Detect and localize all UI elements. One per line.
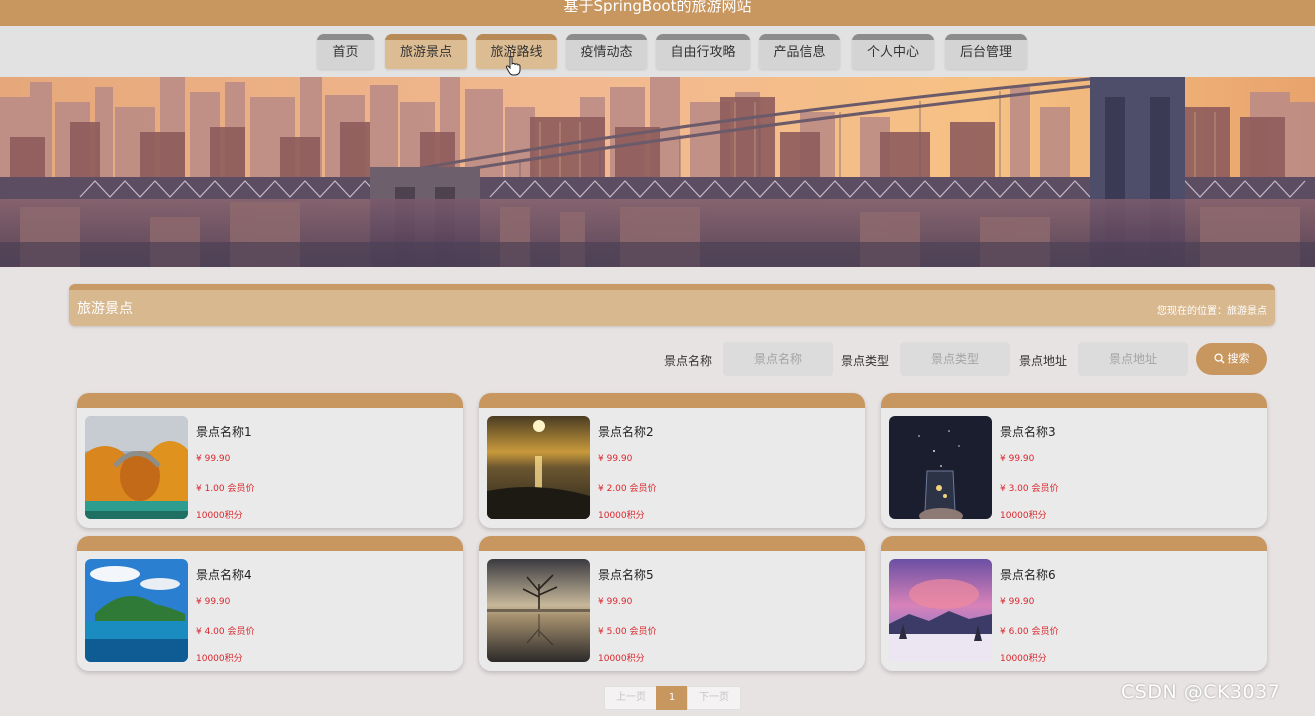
address-filter-input[interactable] xyxy=(1078,342,1188,376)
attraction-card-4[interactable]: 景点名称4 ¥ 99.90 ¥ 4.00 会员价 10000积分 xyxy=(77,536,463,671)
attraction-image-1 xyxy=(85,416,188,519)
attraction-points: 10000积分 xyxy=(196,511,243,521)
attraction-member-price: ¥ 3.00 会员价 xyxy=(1000,484,1059,494)
attraction-name: 景点名称2 xyxy=(598,425,654,439)
name-filter-input[interactable] xyxy=(723,342,833,376)
nav-item-home[interactable]: 首页 xyxy=(317,34,374,69)
section-header: 旅游景点 您现在的位置：旅游景点 xyxy=(69,284,1275,326)
attraction-price: ¥ 99.90 xyxy=(196,597,231,607)
attraction-card-5[interactable]: 景点名称5 ¥ 99.90 ¥ 5.00 会员价 10000积分 xyxy=(479,536,865,671)
attraction-points: 10000积分 xyxy=(1000,654,1047,664)
attraction-image-3 xyxy=(889,416,992,519)
name-filter-label: 景点名称 xyxy=(664,354,713,368)
prev-page-button[interactable]: 上一页 xyxy=(604,686,658,710)
attraction-image-6 xyxy=(889,559,992,662)
attraction-member-price: ¥ 1.00 会员价 xyxy=(196,484,255,494)
attraction-name: 景点名称6 xyxy=(1000,568,1056,582)
card-header-strip xyxy=(77,536,463,551)
attraction-price: ¥ 99.90 xyxy=(196,454,231,464)
nav-item-admin[interactable]: 后台管理 xyxy=(945,34,1027,69)
search-button[interactable]: 搜索 xyxy=(1196,343,1267,375)
attraction-points: 10000积分 xyxy=(196,654,243,664)
site-title: 基于SpringBoot的旅游网站 xyxy=(563,0,752,15)
attraction-member-price: ¥ 6.00 会员价 xyxy=(1000,627,1059,637)
card-header-strip xyxy=(479,393,865,408)
attraction-price: ¥ 99.90 xyxy=(598,597,633,607)
section-title: 旅游景点 xyxy=(77,301,133,317)
attraction-card-1[interactable]: 景点名称1 ¥ 99.90 ¥ 1.00 会员价 10000积分 xyxy=(77,393,463,528)
hand-cursor-icon xyxy=(505,56,521,76)
attraction-points: 10000积分 xyxy=(598,511,645,521)
card-header-strip xyxy=(881,536,1267,551)
nav-item-products[interactable]: 产品信息 xyxy=(759,34,840,69)
nav-item-attractions[interactable]: 旅游景点 xyxy=(385,34,467,69)
search-icon xyxy=(1213,353,1225,364)
nav-item-epidemic-news[interactable]: 疫情动态 xyxy=(566,34,647,69)
attraction-image-2 xyxy=(487,416,590,519)
nav-item-travel-guides[interactable]: 自由行攻略 xyxy=(656,34,750,69)
attraction-name: 景点名称4 xyxy=(196,568,252,582)
type-filter-input[interactable] xyxy=(900,342,1010,376)
attraction-price: ¥ 99.90 xyxy=(1000,454,1035,464)
hero-banner xyxy=(0,77,1315,267)
address-filter-label: 景点地址 xyxy=(1019,354,1068,368)
attraction-points: 10000积分 xyxy=(598,654,645,664)
nav-item-user-center[interactable]: 个人中心 xyxy=(852,34,934,69)
attraction-name: 景点名称3 xyxy=(1000,425,1056,439)
attraction-card-3[interactable]: 景点名称3 ¥ 99.90 ¥ 3.00 会员价 10000积分 xyxy=(881,393,1267,528)
type-filter-label: 景点类型 xyxy=(841,354,890,368)
card-header-strip xyxy=(77,393,463,408)
main-nav: 首页 旅游景点 旅游路线 疫情动态 自由行攻略 产品信息 个人中心 后台管理 xyxy=(0,26,1315,77)
attraction-card-2[interactable]: 景点名称2 ¥ 99.90 ¥ 2.00 会员价 10000积分 xyxy=(479,393,865,528)
city-bridge-image xyxy=(0,77,1315,267)
attraction-image-5 xyxy=(487,559,590,662)
attraction-member-price: ¥ 4.00 会员价 xyxy=(196,627,255,637)
attraction-points: 10000积分 xyxy=(1000,511,1047,521)
page-number-1[interactable]: 1 xyxy=(656,686,688,710)
attraction-price: ¥ 99.90 xyxy=(598,454,633,464)
attraction-price: ¥ 99.90 xyxy=(1000,597,1035,607)
site-header: 基于SpringBoot的旅游网站 xyxy=(0,0,1315,26)
card-header-strip xyxy=(881,393,1267,408)
attraction-name: 景点名称1 xyxy=(196,425,252,439)
search-button-label: 搜索 xyxy=(1227,352,1250,365)
breadcrumb: 您现在的位置：旅游景点 xyxy=(1157,306,1267,317)
attraction-image-4 xyxy=(85,559,188,662)
attraction-name: 景点名称5 xyxy=(598,568,654,582)
attraction-member-price: ¥ 5.00 会员价 xyxy=(598,627,657,637)
card-header-strip xyxy=(479,536,865,551)
attraction-member-price: ¥ 2.00 会员价 xyxy=(598,484,657,494)
next-page-button[interactable]: 下一页 xyxy=(687,686,741,710)
csdn-watermark: CSDN @CK3037 xyxy=(1121,681,1281,703)
attraction-card-6[interactable]: 景点名称6 ¥ 99.90 ¥ 6.00 会员价 10000积分 xyxy=(881,536,1267,671)
